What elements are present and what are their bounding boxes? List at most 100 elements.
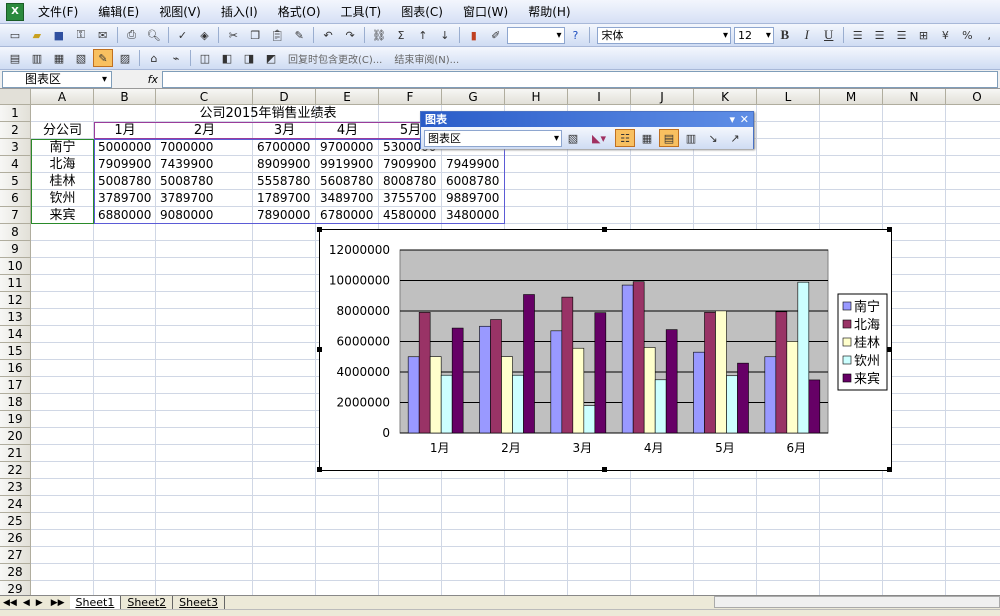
data-table-icon[interactable]: ▦ (637, 129, 657, 147)
menu-item[interactable]: 工具(T) (331, 1, 392, 23)
toolbar-options-icon[interactable]: ▾ (729, 112, 735, 127)
row-header[interactable]: 12 (0, 292, 31, 309)
resize-handle[interactable] (317, 227, 322, 232)
cell[interactable]: 3755700 (383, 190, 446, 207)
row-header[interactable]: 26 (0, 530, 31, 547)
print-icon[interactable]: ⎙ (122, 26, 142, 44)
cell[interactable]: 7000000 (160, 139, 257, 156)
row-header[interactable]: 4 (0, 156, 31, 173)
review-icon-2[interactable]: ▥ (27, 49, 47, 67)
column-header[interactable]: K (694, 89, 757, 105)
column-header[interactable]: F (379, 89, 442, 105)
cell[interactable]: 7949900 (446, 156, 509, 173)
cell[interactable]: 5608780 (320, 173, 383, 190)
sheet-tab[interactable]: Sheet1 (69, 595, 122, 610)
cell[interactable]: 5008780 (160, 173, 257, 190)
merge-center-icon[interactable]: ⊞ (913, 26, 933, 44)
cell[interactable]: 3月 (253, 122, 316, 139)
fx-icon[interactable]: fx (112, 73, 162, 86)
row-header[interactable]: 11 (0, 275, 31, 292)
row-header[interactable]: 8 (0, 224, 31, 241)
angle-text-up-icon[interactable]: ↗ (725, 129, 745, 147)
row-header[interactable]: 13 (0, 309, 31, 326)
currency-icon[interactable]: ¥ (935, 26, 955, 44)
column-header[interactable]: I (568, 89, 631, 105)
row-header[interactable]: 17 (0, 377, 31, 394)
review-icon-5[interactable]: ▨ (115, 49, 135, 67)
font-name-combo[interactable]: 宋体 (597, 26, 731, 44)
chart-objects-combo[interactable]: 图表区 (424, 129, 562, 147)
end-review-button[interactable]: 结束审阅(N)... (388, 51, 465, 66)
review-icon-6[interactable]: ⌂ (144, 49, 164, 67)
reply-with-changes-button[interactable]: 回复时包含更改(C)... (282, 51, 388, 66)
select-all-corner[interactable] (0, 89, 31, 105)
menu-item[interactable]: 文件(F) (28, 1, 88, 23)
review-icon-11[interactable]: ◩ (261, 49, 281, 67)
column-header[interactable]: J (631, 89, 694, 105)
cell[interactable]: 公司2015年销售业绩表 (94, 105, 442, 122)
cell[interactable]: 2月 (156, 122, 253, 139)
cell[interactable]: 钦州 (31, 190, 94, 207)
chart-area[interactable]: 0 2000000 4000000 6000000 8000000 10000000 120… (319, 229, 892, 471)
cell[interactable]: 5558780 (257, 173, 320, 190)
row-header[interactable]: 27 (0, 547, 31, 564)
cell[interactable]: 分公司 (31, 122, 94, 139)
column-header[interactable]: G (442, 89, 505, 105)
cell[interactable]: 南宁 (31, 139, 94, 156)
row-header[interactable]: 25 (0, 513, 31, 530)
review-icon-3[interactable]: ▦ (49, 49, 69, 67)
new-icon[interactable]: ▭ (5, 26, 25, 44)
formula-input[interactable] (162, 70, 998, 88)
row-header[interactable]: 16 (0, 360, 31, 377)
cell[interactable]: 7439900 (160, 156, 257, 173)
cell[interactable]: 来宾 (31, 207, 94, 224)
row-header[interactable]: 19 (0, 411, 31, 428)
menu-item[interactable]: 窗口(W) (453, 1, 518, 23)
help-icon[interactable]: ? (566, 26, 586, 44)
menu-item[interactable]: 插入(I) (211, 1, 268, 23)
row-header[interactable]: 7 (0, 207, 31, 224)
spelling-icon[interactable]: ✓ (173, 26, 193, 44)
prev-sheet-icon[interactable]: ◀ (20, 598, 33, 608)
cell[interactable]: 3480000 (446, 207, 509, 224)
cell[interactable]: 9889700 (446, 190, 509, 207)
row-header[interactable]: 20 (0, 428, 31, 445)
cell[interactable]: 6880000 (98, 207, 160, 224)
resize-handle[interactable] (887, 347, 892, 352)
row-header[interactable]: 5 (0, 173, 31, 190)
by-column-icon[interactable]: ▥ (681, 129, 701, 147)
legend-icon[interactable]: ☷ (615, 129, 635, 147)
menu-item[interactable]: 格式(O) (268, 1, 331, 23)
cell[interactable]: 3489700 (320, 190, 383, 207)
review-icon-4[interactable]: ▧ (71, 49, 91, 67)
cell[interactable]: 3789700 (160, 190, 257, 207)
last-sheet-icon[interactable]: ▶▶ (46, 598, 70, 608)
sort-descending-icon[interactable]: ↓ (435, 26, 455, 44)
horizontal-scrollbar[interactable] (714, 596, 1000, 608)
cell[interactable]: 7909900 (98, 156, 160, 173)
column-header[interactable]: H (505, 89, 568, 105)
cell[interactable]: 5008780 (98, 173, 160, 190)
align-left-icon[interactable]: ☰ (848, 26, 868, 44)
column-header[interactable]: O (946, 89, 1000, 105)
comma-icon[interactable]: , (979, 26, 999, 44)
row-header[interactable]: 21 (0, 445, 31, 462)
cell[interactable]: 4月 (316, 122, 379, 139)
font-size-combo[interactable]: 12 (733, 26, 774, 44)
row-header[interactable]: 10 (0, 258, 31, 275)
resize-handle[interactable] (602, 467, 607, 472)
review-icon-9[interactable]: ◧ (217, 49, 237, 67)
review-icon-8[interactable]: ◫ (195, 49, 215, 67)
row-header[interactable]: 15 (0, 343, 31, 360)
cell[interactable]: 4580000 (383, 207, 446, 224)
resize-handle[interactable] (317, 347, 322, 352)
row-header[interactable]: 14 (0, 326, 31, 343)
row-header[interactable]: 28 (0, 564, 31, 581)
first-sheet-icon[interactable]: ◀◀ (0, 598, 20, 608)
chart-wizard-icon[interactable]: ▮ (464, 26, 484, 44)
drawing-icon[interactable]: ✐ (486, 26, 506, 44)
cell[interactable]: 8909900 (257, 156, 320, 173)
cell[interactable]: 9080000 (160, 207, 257, 224)
column-header[interactable]: B (94, 89, 156, 105)
name-box[interactable]: 图表区 (2, 70, 112, 88)
